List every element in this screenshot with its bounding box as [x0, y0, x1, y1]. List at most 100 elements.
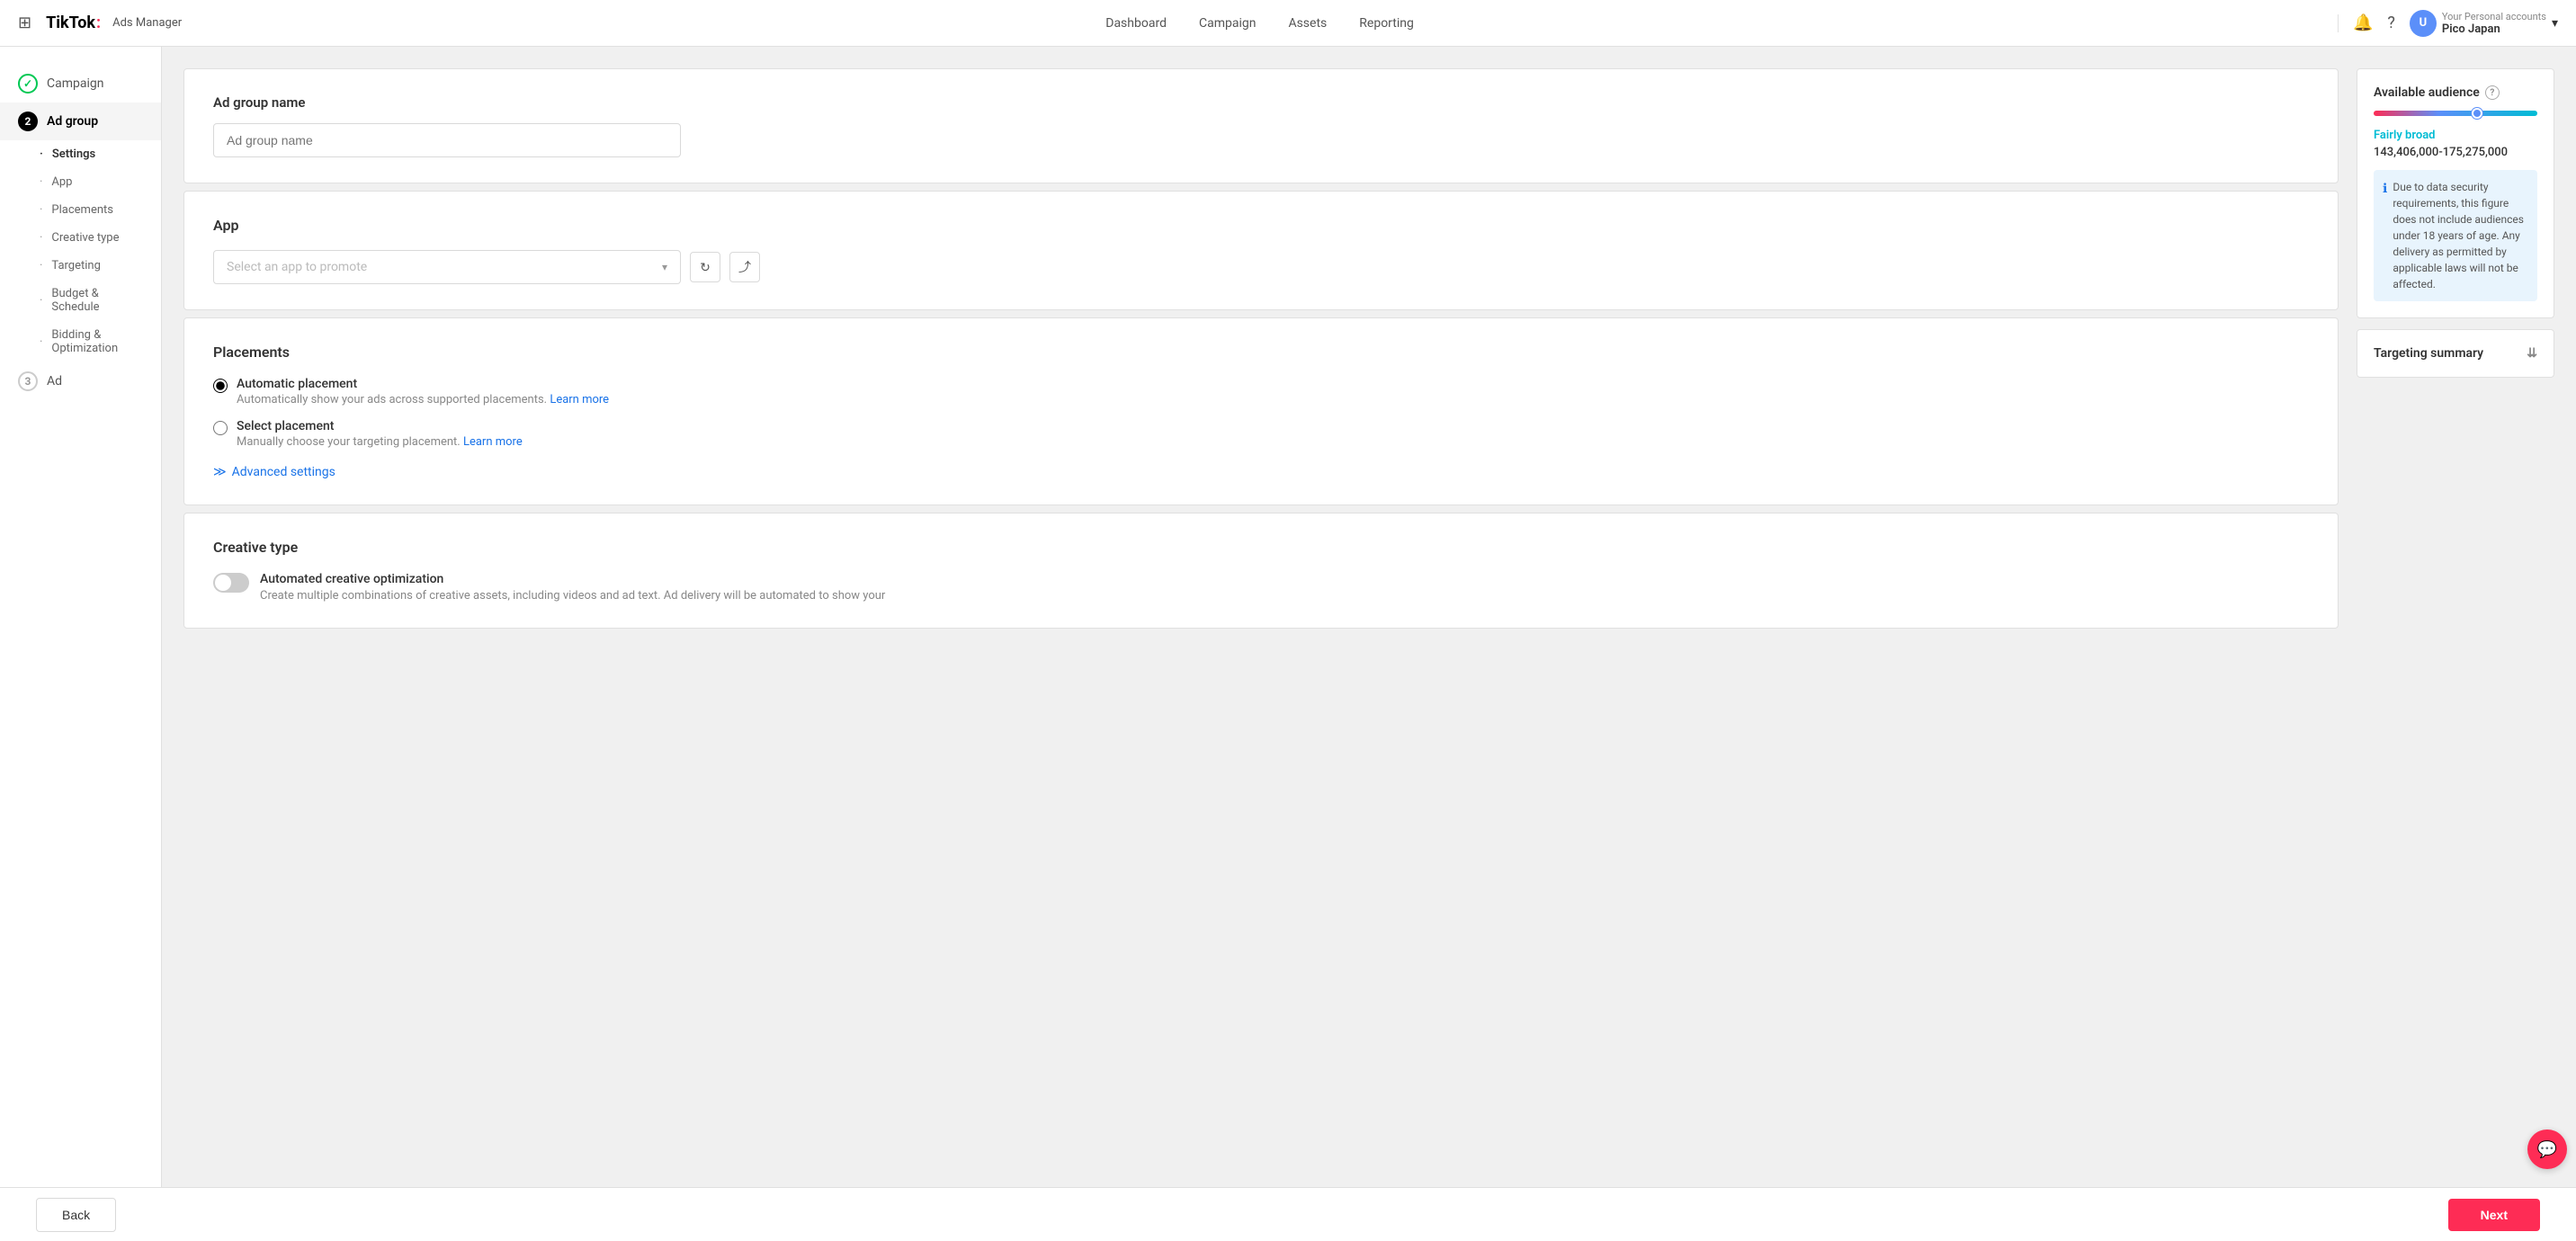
audience-info-text: Due to data security requirements, this … — [2393, 179, 2528, 292]
grid-icon[interactable]: ⊞ — [18, 13, 31, 32]
refresh-icon: ↻ — [700, 260, 711, 275]
external-link-icon: ⤴ — [738, 258, 751, 276]
sidebar-subitem-bidding[interactable]: Bidding & Optimization — [0, 321, 161, 362]
automatic-placement-desc: Automatically show your ads across suppo… — [237, 393, 609, 406]
select-placement-option: Select placement Manually choose your ta… — [213, 419, 2309, 449]
automatic-placement-label: Automatic placement — [237, 377, 609, 391]
right-panel: Available audience ? Fairly broad 143,40… — [2357, 68, 2554, 1169]
creative-type-toggle-label: Automated creative optimization — [260, 572, 885, 586]
nav-divider — [2338, 14, 2339, 32]
audience-bar — [2374, 111, 2537, 116]
external-link-button[interactable]: ⤴ — [729, 252, 760, 282]
app-section: App Select an app to promote ▾ ↻ ⤴ — [183, 191, 2339, 310]
automated-creative-toggle[interactable] — [213, 573, 249, 593]
avatar: U — [2410, 10, 2437, 37]
bottom-bar: Back Next — [0, 1187, 2576, 1241]
info-icon: ℹ — [2383, 180, 2387, 292]
nav-assets[interactable]: Assets — [1288, 16, 1327, 31]
nav-campaign[interactable]: Campaign — [1199, 16, 1256, 31]
placements-section-title: Placements — [213, 344, 2309, 361]
app-select-placeholder: Select an app to promote — [227, 260, 367, 274]
app-select-row: Select an app to promote ▾ ↻ ⤴ — [213, 250, 2309, 284]
targeting-summary-title: Targeting summary ⇊ — [2374, 346, 2537, 361]
ad-group-name-section: Ad group name — [183, 68, 2339, 183]
placements-section: Placements Automatic placement Automatic… — [183, 317, 2339, 505]
nav-reporting[interactable]: Reporting — [1359, 16, 1414, 31]
sidebar-creative-type-label: Creative type — [51, 231, 119, 245]
sidebar-subitem-budget-schedule[interactable]: Budget & Schedule — [0, 280, 161, 321]
sidebar-subitem-settings[interactable]: Settings — [0, 140, 161, 168]
automatic-learn-more[interactable]: Learn more — [550, 393, 609, 406]
sidebar-campaign-label: Campaign — [47, 76, 103, 91]
logo-dot: : — [96, 13, 101, 32]
user-dropdown[interactable]: U Your Personal accounts Pico Japan ▾ — [2410, 10, 2558, 37]
sidebar-item-campaign[interactable]: ✓ Campaign — [0, 65, 161, 103]
divider-1 — [183, 183, 2339, 191]
placement-radio-group: Automatic placement Automatically show y… — [213, 377, 2309, 449]
sidebar-item-adgroup[interactable]: 2 Ad group — [0, 103, 161, 140]
app-select-dropdown[interactable]: Select an app to promote ▾ — [213, 250, 681, 284]
ad-group-name-label: Ad group name — [213, 94, 2309, 111]
sidebar-subitem-creative-type[interactable]: Creative type — [0, 224, 161, 252]
double-chevron-icon[interactable]: ⇊ — [2527, 346, 2537, 361]
topnav-right: 🔔 ? U Your Personal accounts Pico Japan … — [2338, 10, 2558, 37]
sidebar-subitem-placements[interactable]: Placements — [0, 196, 161, 224]
available-audience-label: Available audience — [2374, 85, 2480, 100]
step3-circle: 3 — [18, 371, 38, 391]
refresh-button[interactable]: ↻ — [690, 252, 720, 282]
select-placement-content: Select placement Manually choose your ta… — [237, 419, 523, 449]
advanced-settings-toggle[interactable]: ≫ Advanced settings — [213, 465, 2309, 479]
targeting-summary-card: Targeting summary ⇊ — [2357, 329, 2554, 378]
select-placement-desc: Manually choose your targeting placement… — [237, 435, 523, 449]
targeting-summary-label: Targeting summary — [2374, 346, 2483, 361]
tiktok-logo: TikTok: — [46, 13, 102, 32]
bell-icon[interactable]: 🔔 — [2353, 13, 2373, 32]
chat-bubble[interactable]: 💬 — [2527, 1129, 2567, 1169]
creative-type-toggle-desc: Create multiple combinations of creative… — [260, 589, 885, 603]
ads-manager-label: Ads Manager — [112, 16, 182, 30]
form-area: Ad group name App Select an app to promo… — [183, 68, 2339, 1169]
help-icon[interactable]: ? — [2387, 13, 2395, 32]
indicator-dot — [2472, 108, 2482, 119]
ad-group-name-wrapper — [213, 123, 681, 157]
creative-type-section: Creative type Automated creative optimiz… — [183, 513, 2339, 629]
toggle-thumb — [215, 575, 231, 591]
divider-3 — [183, 505, 2339, 513]
sidebar-settings-label: Settings — [52, 147, 95, 161]
audience-range: 143,406,000-175,275,000 — [2374, 146, 2537, 159]
step1-circle: ✓ — [18, 74, 38, 94]
ad-group-name-input[interactable] — [213, 123, 681, 157]
select-placement-label: Select placement — [237, 419, 523, 433]
step2-circle: 2 — [18, 112, 38, 131]
sidebar-item-ad[interactable]: 3 Ad — [0, 362, 161, 400]
main-content: Ad group name App Select an app to promo… — [162, 47, 2576, 1241]
sidebar-placements-label: Placements — [51, 203, 113, 217]
chevron-down-icon: ▾ — [2552, 16, 2558, 31]
nav-dashboard[interactable]: Dashboard — [1105, 16, 1167, 31]
sidebar-targeting-label: Targeting — [51, 259, 100, 272]
automatic-placement-radio[interactable] — [213, 379, 228, 393]
advanced-settings-icon: ≫ — [213, 465, 227, 479]
select-learn-more[interactable]: Learn more — [463, 435, 523, 449]
available-audience-card: Available audience ? Fairly broad 143,40… — [2357, 68, 2554, 318]
creative-type-content: Automated creative optimization Create m… — [260, 572, 885, 603]
audience-info-box: ℹ Due to data security requirements, thi… — [2374, 170, 2537, 301]
topnav: ⊞ TikTok: Ads Manager Dashboard Campaign… — [0, 0, 2576, 47]
next-button[interactable]: Next — [2448, 1199, 2540, 1231]
user-info: Your Personal accounts Pico Japan — [2442, 11, 2546, 36]
audience-help-icon[interactable]: ? — [2485, 85, 2500, 100]
creative-type-toggle-row: Automated creative optimization Create m… — [213, 572, 2309, 603]
tiktok-logo-text: TikTok — [46, 13, 95, 32]
select-placement-radio[interactable] — [213, 421, 228, 435]
account-name: Pico Japan — [2442, 22, 2546, 36]
available-audience-title: Available audience ? — [2374, 85, 2537, 100]
app-section-title: App — [213, 217, 2309, 234]
back-button[interactable]: Back — [36, 1198, 116, 1232]
sidebar-app-label: App — [51, 175, 72, 189]
sidebar-subitem-targeting[interactable]: Targeting — [0, 252, 161, 280]
sidebar-bidding-label: Bidding & Optimization — [51, 328, 143, 355]
audience-label: Fairly broad — [2374, 129, 2537, 142]
main-layout: ✓ Campaign 2 Ad group Settings App Place… — [0, 47, 2576, 1241]
sidebar-subitem-app[interactable]: App — [0, 168, 161, 196]
audience-indicator — [2374, 111, 2537, 116]
